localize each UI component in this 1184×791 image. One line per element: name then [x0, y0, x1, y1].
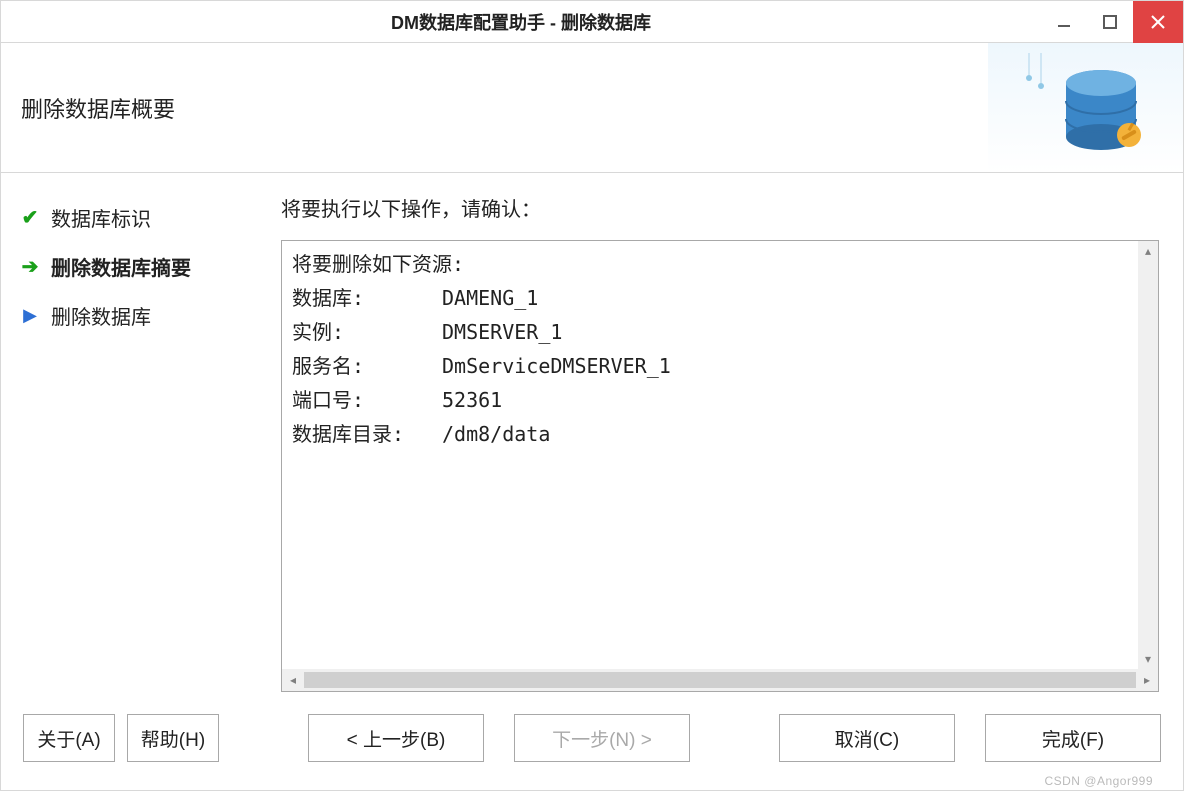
footer: 关于(A) 帮助(H) < 上一步(B) 下一步(N) > 取消(C) 完成(F…	[1, 704, 1183, 790]
arrow-right-icon: ➔	[17, 254, 43, 279]
about-button[interactable]: 关于(A)	[23, 714, 115, 762]
sidebar-item-label: 删除数据库摘要	[51, 252, 191, 281]
summary-intro: 将要删除如下资源:	[292, 252, 464, 276]
sidebar-step-database-id[interactable]: ✔ 数据库标识	[13, 193, 259, 242]
summary-box: 将要删除如下资源: 数据库:DAMENG_1 实例:DMSERVER_1 服务名…	[281, 240, 1159, 692]
summary-row-label: 数据库目录:	[292, 417, 442, 451]
minimize-button[interactable]	[1041, 1, 1087, 43]
sidebar-item-label: 数据库标识	[51, 203, 151, 232]
vertical-scrollbar[interactable]: ▴ ▾	[1138, 241, 1158, 669]
scroll-down-icon: ▾	[1138, 649, 1158, 669]
watermark-text: CSDN @Angor999	[1044, 774, 1153, 788]
summary-row-label: 服务名:	[292, 349, 442, 383]
maximize-icon	[1103, 15, 1117, 29]
close-button[interactable]	[1133, 1, 1183, 43]
finish-button[interactable]: 完成(F)	[985, 714, 1161, 762]
maximize-button[interactable]	[1087, 1, 1133, 43]
sidebar-step-delete-database[interactable]: ▶ 删除数据库	[13, 291, 259, 340]
horizontal-scrollbar[interactable]: ◂ ▸	[282, 669, 1158, 691]
minimize-icon	[1057, 15, 1071, 29]
wizard-sidebar: ✔ 数据库标识 ➔ 删除数据库摘要 ▶ 删除数据库	[1, 173, 271, 704]
header-illustration	[988, 43, 1183, 172]
window-title: DM数据库配置助手 - 删除数据库	[1, 9, 1041, 35]
summary-row-label: 端口号:	[292, 383, 442, 417]
scroll-up-icon: ▴	[1138, 241, 1158, 261]
scroll-right-icon: ▸	[1136, 669, 1158, 691]
header-area: 删除数据库概要	[1, 43, 1183, 173]
summary-row-value: DMSERVER_1	[442, 320, 562, 344]
help-button[interactable]: 帮助(H)	[127, 714, 219, 762]
database-icon	[1021, 53, 1151, 163]
scroll-track	[1138, 261, 1158, 649]
summary-row-label: 实例:	[292, 315, 442, 349]
titlebar: DM数据库配置助手 - 删除数据库	[1, 1, 1183, 43]
back-button[interactable]: < 上一步(B)	[308, 714, 484, 762]
close-icon	[1150, 14, 1166, 30]
summary-row-value: DAMENG_1	[442, 286, 538, 310]
content-area: 将要执行以下操作，请确认： 将要删除如下资源: 数据库:DAMENG_1 实例:…	[271, 173, 1183, 704]
sidebar-step-delete-summary[interactable]: ➔ 删除数据库摘要	[13, 242, 259, 291]
scroll-track	[304, 672, 1136, 688]
instruction-text: 将要执行以下操作，请确认：	[281, 193, 1159, 222]
summary-text: 将要删除如下资源: 数据库:DAMENG_1 实例:DMSERVER_1 服务名…	[282, 241, 1158, 691]
summary-row-label: 数据库:	[292, 281, 442, 315]
next-button: 下一步(N) >	[514, 714, 690, 762]
check-icon: ✔	[17, 205, 43, 230]
body-area: ✔ 数据库标识 ➔ 删除数据库摘要 ▶ 删除数据库 将要执行以下操作，请确认： …	[1, 173, 1183, 704]
summary-row-value: DmServiceDMSERVER_1	[442, 354, 671, 378]
page-subtitle: 删除数据库概要	[1, 92, 988, 124]
summary-row-value: /dm8/data	[442, 422, 550, 446]
sidebar-item-label: 删除数据库	[51, 301, 151, 330]
summary-row-value: 52361	[442, 388, 502, 412]
scroll-left-icon: ◂	[282, 669, 304, 691]
play-icon: ▶	[17, 305, 43, 326]
cancel-button[interactable]: 取消(C)	[779, 714, 955, 762]
